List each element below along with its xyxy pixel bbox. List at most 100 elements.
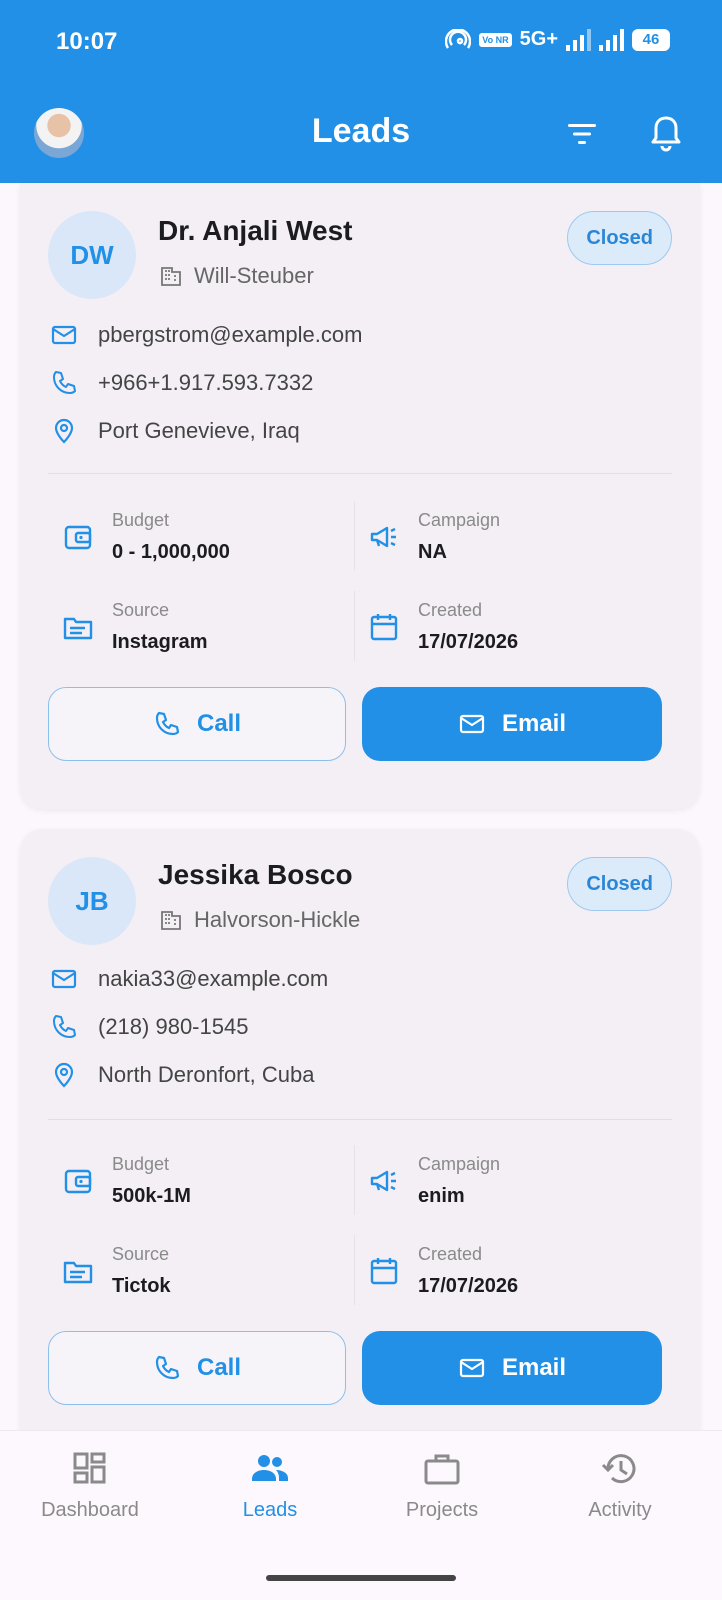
email-label: Email: [501, 1354, 567, 1381]
lead-phone: +966+1.917.593.7332: [98, 370, 314, 395]
lead-card[interactable]: DW Dr. Anjali West Will-Steuber Closed p…: [20, 183, 700, 809]
campaign-value: NA: [418, 541, 447, 563]
lead-card[interactable]: JB Jessika Bosco Halvorson-Hickle Closed…: [20, 829, 700, 1449]
building-icon: [161, 267, 181, 286]
budget-cell: Budget 500k-1M: [50, 1143, 346, 1219]
lead-name: Dr. Anjali West: [158, 215, 353, 246]
phone-icon: [53, 371, 76, 394]
volte-badge: Vo NR: [479, 32, 512, 47]
budget-label: Budget: [112, 1154, 170, 1174]
lead-company: Will-Steuber: [160, 263, 314, 289]
divider: [48, 473, 672, 474]
created-label: Created: [418, 1244, 483, 1264]
nav-label-dashboard: Dashboard: [41, 1499, 139, 1521]
history-icon: [601, 1454, 636, 1484]
lead-email: nakia33@example.com: [98, 966, 329, 991]
location-pin-icon: [54, 418, 74, 444]
dashboard-icon: [73, 1452, 106, 1484]
email-label: Email: [501, 710, 567, 737]
status-badge: Closed: [567, 211, 672, 265]
wallet-icon: [64, 1169, 92, 1194]
location-row: North Deronfort, Cuba: [50, 1061, 314, 1089]
location-pin-icon: [54, 1062, 74, 1088]
mail-icon: [51, 969, 77, 989]
created-value: 17/07/2026: [418, 631, 519, 653]
phone-row[interactable]: (218) 980-1545: [50, 1013, 248, 1041]
home-indicator[interactable]: [266, 1575, 456, 1581]
folder-icon: [63, 1261, 93, 1284]
campaign-cell: Campaign enim: [356, 1143, 652, 1219]
source-label: Source: [112, 1244, 170, 1264]
created-cell: Created 17/07/2026: [356, 1233, 652, 1309]
lead-email: pbergstrom@example.com: [98, 322, 363, 347]
calendar-icon: [370, 614, 398, 641]
source-label: Source: [112, 600, 170, 620]
mail-icon: [459, 1358, 485, 1378]
phone-icon: [155, 1355, 180, 1380]
budget-label: Budget: [112, 510, 170, 530]
divider: [354, 1145, 355, 1215]
nav-label-projects: Projects: [405, 1499, 479, 1521]
folder-icon: [63, 617, 93, 640]
status-time: 10:07: [56, 28, 118, 55]
call-label: Call: [196, 710, 241, 737]
lead-location: North Deronfort, Cuba: [98, 1062, 315, 1087]
budget-cell: Budget 0 - 1,000,000: [50, 499, 346, 575]
network-label: 5G+: [519, 28, 558, 50]
divider: [354, 1235, 355, 1305]
mail-icon: [459, 714, 485, 734]
campaign-label: Campaign: [418, 1154, 501, 1174]
nav-item-dashboard[interactable]: Dashboard: [0, 1449, 180, 1522]
briefcase-icon: [424, 1454, 460, 1485]
budget-value: 500k-1M: [112, 1185, 191, 1207]
call-button[interactable]: Call: [48, 687, 346, 761]
created-value: 17/07/2026: [418, 1275, 519, 1297]
filter-icon[interactable]: [564, 116, 600, 152]
notification-bell-icon[interactable]: [648, 114, 684, 154]
status-icons: Vo NR 5G+ 46: [445, 28, 670, 51]
battery-icon: 46: [632, 28, 670, 51]
divider: [48, 1119, 672, 1120]
created-label: Created: [418, 600, 483, 620]
campaign-label: Campaign: [418, 510, 501, 530]
nav-item-projects[interactable]: Projects: [352, 1449, 532, 1522]
email-button[interactable]: Email: [362, 1331, 662, 1405]
megaphone-icon: [370, 526, 396, 548]
email-button[interactable]: Email: [362, 687, 662, 761]
nav-label-activity: Activity: [588, 1499, 652, 1521]
hotspot-icon: [445, 28, 472, 49]
source-cell: Source Tictok: [50, 1233, 346, 1309]
phone-icon: [53, 1015, 76, 1038]
email-row[interactable]: pbergstrom@example.com: [50, 321, 362, 349]
app-header: 10:07 Vo NR 5G+ 46 Leads: [0, 0, 722, 183]
campaign-value: enim: [418, 1185, 465, 1207]
megaphone-icon: [370, 1170, 396, 1192]
budget-value: 0 - 1,000,000: [112, 541, 230, 563]
divider: [354, 591, 355, 661]
phone-row[interactable]: +966+1.917.593.7332: [50, 369, 313, 397]
lead-location: Port Genevieve, Iraq: [98, 418, 300, 443]
nav-item-activity[interactable]: Activity: [530, 1449, 710, 1522]
lead-name: Jessika Bosco: [158, 859, 353, 890]
people-icon: [252, 1455, 288, 1481]
email-row[interactable]: nakia33@example.com: [50, 965, 328, 993]
company-name: Will-Steuber: [194, 263, 314, 288]
wallet-icon: [64, 525, 92, 550]
campaign-cell: Campaign NA: [356, 499, 652, 575]
signal-icon: [566, 28, 591, 51]
nav-item-leads[interactable]: Leads: [180, 1449, 360, 1522]
status-bar: 10:07 Vo NR 5G+ 46: [0, 0, 722, 84]
source-value: Instagram: [112, 631, 208, 653]
call-button[interactable]: Call: [48, 1331, 346, 1405]
company-name: Halvorson-Hickle: [194, 907, 361, 932]
phone-icon: [155, 711, 180, 736]
lead-company: Halvorson-Hickle: [160, 907, 360, 933]
mail-icon: [51, 325, 77, 345]
lead-phone: (218) 980-1545: [98, 1014, 249, 1039]
nav-label-leads: Leads: [242, 1499, 298, 1521]
source-cell: Source Instagram: [50, 589, 346, 665]
source-value: Tictok: [112, 1275, 171, 1297]
location-row: Port Genevieve, Iraq: [50, 417, 300, 445]
lead-initials-avatar: DW: [48, 211, 136, 299]
page-title: Leads: [311, 112, 411, 150]
